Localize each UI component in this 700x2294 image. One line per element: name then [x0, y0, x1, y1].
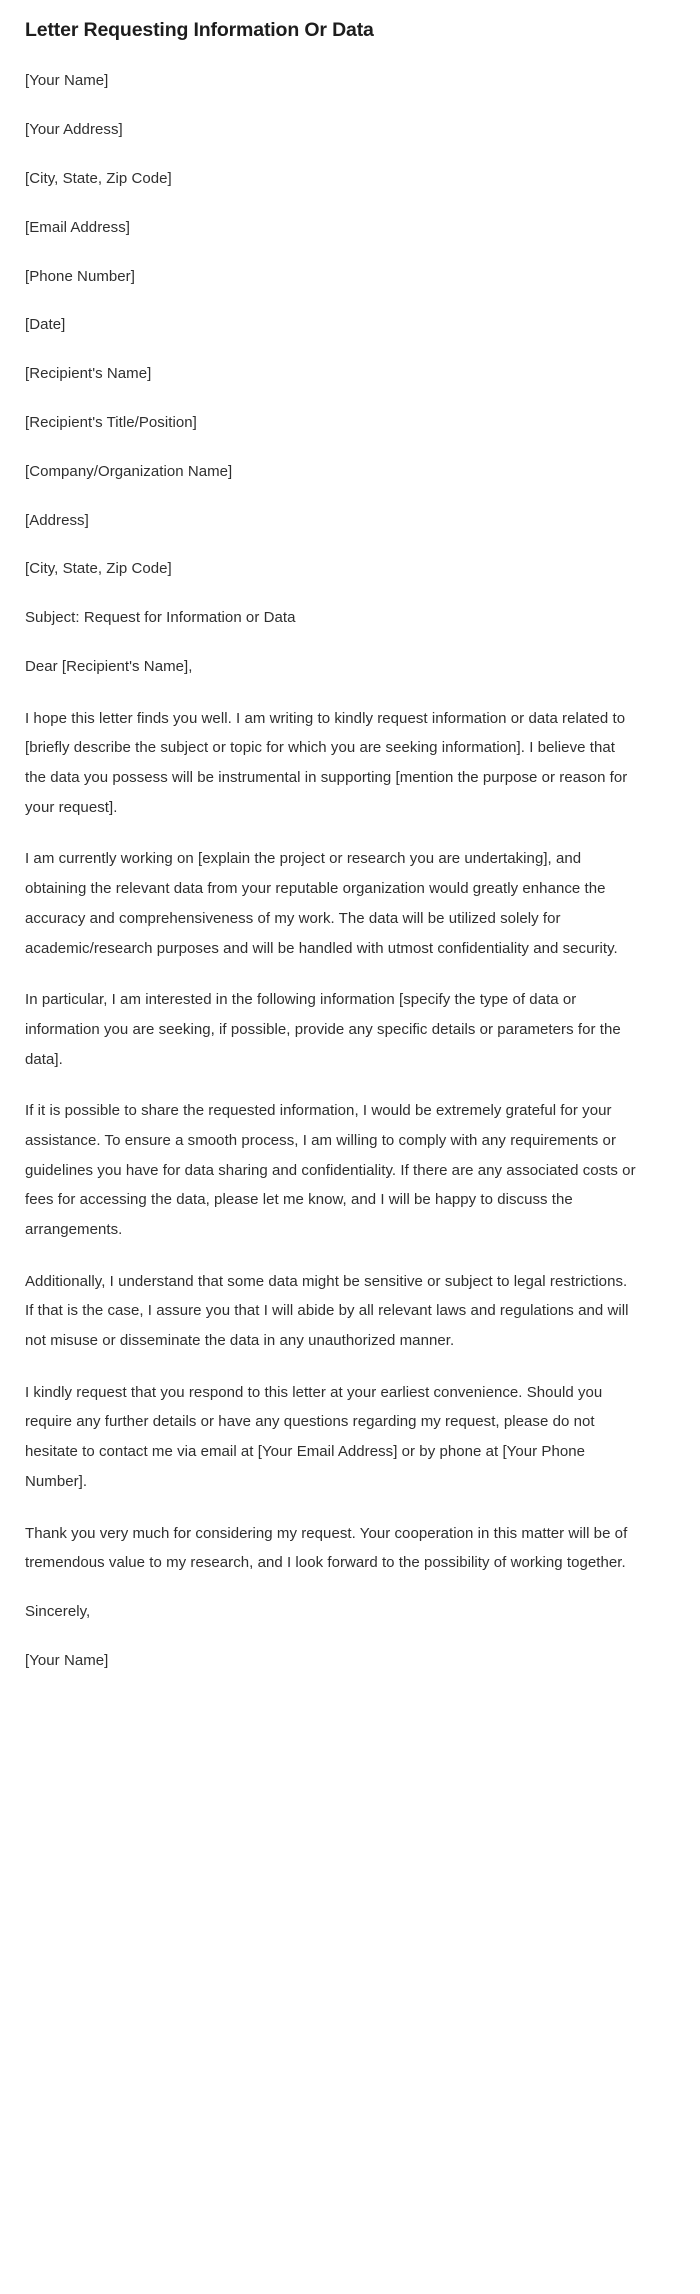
sender-line-email: [Email Address]	[25, 218, 130, 236]
sender-line-address: [Your Address]	[25, 121, 123, 139]
salutation: Dear [Recipient's Name],	[25, 657, 193, 675]
body-paragraph-1: I hope this letter finds you well. I am …	[25, 709, 628, 816]
subject-line: Subject: Request for Information or Data	[25, 609, 296, 627]
recipient-line-address: [Address]	[25, 511, 89, 529]
letter-body: Letter Requesting Information Or Data [Y…	[0, 0, 700, 1713]
sender-address-block: [Your Name] [Your Address] [City, State,…	[25, 69, 636, 337]
body-paragraph-3: In particular, I am interested in the fo…	[25, 991, 621, 1068]
sender-line-date: [Date]	[25, 316, 66, 334]
body-paragraph-7: Thank you very much for considering my r…	[25, 1524, 628, 1572]
sender-line-phone: [Phone Number]	[25, 267, 135, 285]
recipient-line-company: [Company/Organization Name]	[25, 462, 233, 480]
body-paragraph-2: I am currently working on [explain the p…	[25, 850, 618, 957]
document-page: Letter Requesting Information Or Data [Y…	[0, 0, 700, 1713]
closing-salutation: Sincerely,	[25, 1602, 91, 1620]
body-paragraph-5: Additionally, I understand that some dat…	[25, 1272, 629, 1350]
recipient-line-title: [Recipient's Title/Position]	[25, 413, 197, 431]
signature-name: [Your Name]	[25, 1651, 109, 1669]
body-paragraph-6: I kindly request that you respond to thi…	[25, 1383, 603, 1490]
sender-line-city: [City, State, Zip Code]	[25, 169, 172, 187]
body-paragraph-4: If it is possible to share the requested…	[25, 1102, 636, 1239]
recipient-address-block: [Recipient's Name] [Recipient's Title/Po…	[25, 362, 636, 581]
recipient-line-name: [Recipient's Name]	[25, 365, 152, 383]
recipient-line-city: [City, State, Zip Code]	[25, 560, 172, 578]
page-title: Letter Requesting Information Or Data	[25, 19, 374, 41]
sender-line-name: [Your Name]	[25, 72, 109, 90]
